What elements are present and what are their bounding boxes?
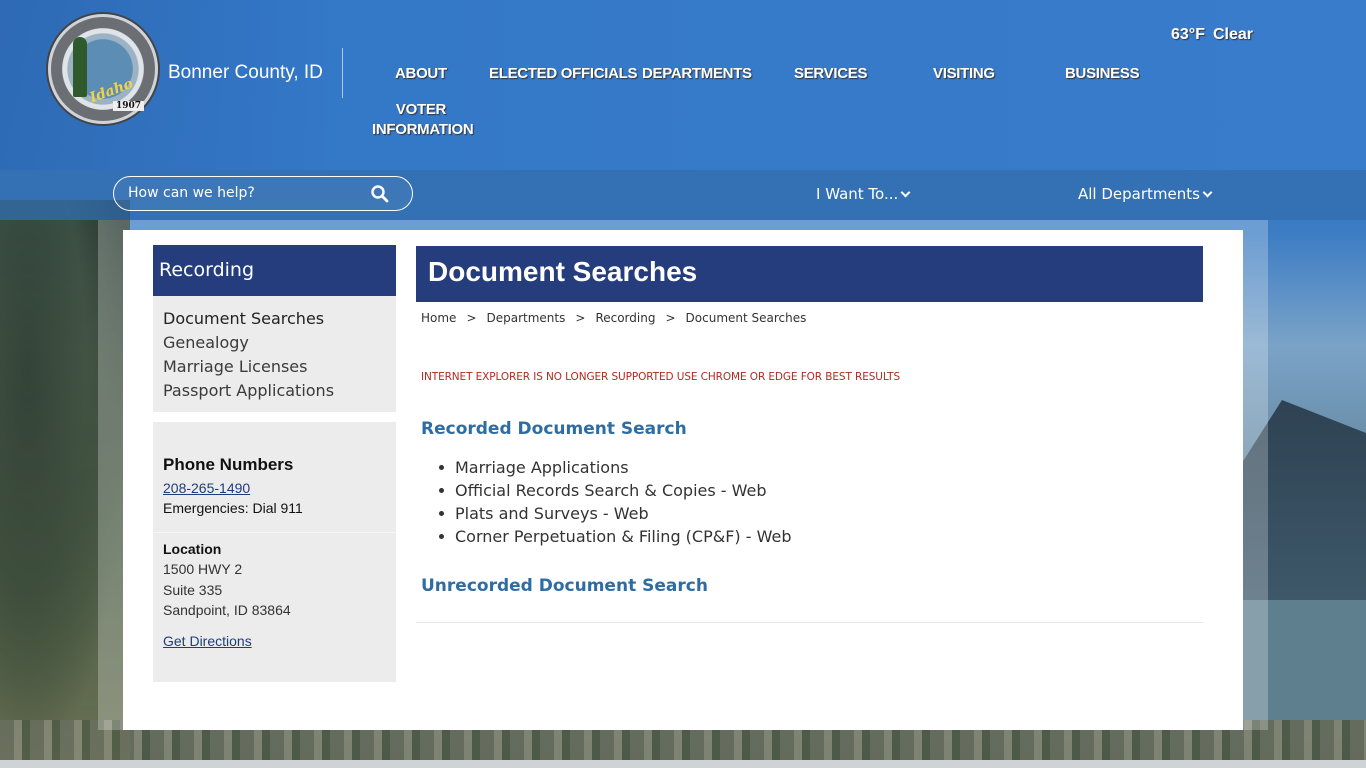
nav-business[interactable]: BUSINESS: [1065, 64, 1140, 84]
get-directions-link[interactable]: Get Directions: [163, 633, 252, 649]
location-heading: Location: [163, 541, 222, 557]
weather-condition: Clear: [1212, 26, 1253, 43]
nav-services[interactable]: SERVICES: [794, 64, 867, 84]
contact-card: Phone Numbers 208-265-1490 Emergencies: …: [153, 422, 396, 682]
list-item: Official Records Search & Copies - Web: [439, 479, 792, 502]
breadcrumb-separator: >: [665, 311, 676, 325]
emergencies-text: Emergencies: Dial 911: [163, 500, 303, 516]
search-bar: [113, 176, 413, 211]
breadcrumb-separator: >: [466, 311, 477, 325]
breadcrumb-home[interactable]: Home: [421, 311, 456, 325]
all-departments-dropdown[interactable]: All Departments: [1078, 185, 1213, 203]
address-line-1: 1500 HWY 2: [163, 561, 243, 577]
breadcrumb-current: Document Searches: [685, 311, 807, 325]
nav-voter-line1: VOTER: [395, 101, 447, 118]
chevron-down-icon: [1202, 187, 1213, 198]
contact-divider: [153, 532, 396, 533]
phone-link[interactable]: 208-265-1490: [163, 480, 250, 496]
i-want-to-label: I Want To...: [816, 185, 899, 203]
county-seal-logo[interactable]: Idaho 1907: [48, 14, 158, 124]
search-button[interactable]: [370, 184, 390, 204]
chevron-down-icon: [900, 187, 911, 198]
weather-temp: 63°F: [1171, 26, 1205, 43]
nav-departments[interactable]: DEPARTMENTS: [642, 64, 752, 84]
marriage-applications-link[interactable]: Marriage Applications: [455, 458, 629, 477]
search-icon: [371, 185, 389, 203]
sidebar-item-document-searches[interactable]: Document Searches: [163, 307, 386, 331]
content-divider: [416, 622, 1203, 623]
breadcrumb-separator: >: [575, 311, 586, 325]
address-line-2: Suite 335: [163, 582, 223, 598]
sidebar-item-passport-applications[interactable]: Passport Applications: [163, 379, 386, 403]
nav-about[interactable]: ABOUT: [395, 64, 447, 84]
sidebar-menu: Document Searches Genealogy Marriage Lic…: [153, 296, 396, 412]
page-title-bar: Document Searches: [416, 246, 1203, 302]
sidebar-item-marriage-licenses[interactable]: Marriage Licenses: [163, 355, 386, 379]
address-line-3: Sandpoint, ID 83864: [163, 602, 291, 618]
all-departments-label: All Departments: [1078, 185, 1200, 203]
list-item: Marriage Applications: [439, 456, 792, 479]
recorded-document-search-heading: Recorded Document Search: [421, 419, 687, 439]
i-want-to-dropdown[interactable]: I Want To...: [816, 185, 911, 203]
ie-warning-notice: INTERNET EXPLORER IS NO LONGER SUPPORTED…: [421, 371, 901, 383]
weather-widget[interactable]: 63°F Clear: [1171, 26, 1253, 44]
breadcrumb: Home > Departments > Recording > Document Sear…: [421, 311, 806, 325]
unrecorded-document-search-heading[interactable]: Unrecorded Document Search: [421, 576, 708, 596]
breadcrumb-recording[interactable]: Recording: [595, 311, 655, 325]
corner-perpetuation-link[interactable]: Corner Perpetuation & Filing (CP&F) - We…: [455, 527, 792, 546]
sidebar-heading[interactable]: Recording: [153, 245, 396, 296]
nav-voter-information[interactable]: VOTER INFORMATION: [372, 100, 474, 140]
site-header: Idaho 1907 Bonner County, ID 63°F Clear A…: [0, 0, 1366, 170]
nav-visiting[interactable]: VISITING: [933, 64, 995, 84]
site-name[interactable]: Bonner County, ID: [168, 62, 323, 84]
phone-numbers-heading: Phone Numbers: [163, 455, 294, 474]
page-title: Document Searches: [428, 256, 698, 287]
seal-year-text: 1907: [113, 101, 145, 111]
breadcrumb-departments[interactable]: Departments: [487, 311, 566, 325]
header-divider: [342, 48, 343, 98]
plats-and-surveys-link[interactable]: Plats and Surveys - Web: [455, 504, 649, 523]
recorded-document-list: Marriage Applications Official Records S…: [439, 456, 792, 548]
nav-elected-officials[interactable]: ELECTED OFFICIALS: [489, 64, 638, 84]
sidebar-item-genealogy[interactable]: Genealogy: [163, 331, 386, 355]
footer-strip: [0, 760, 1366, 768]
tree-icon: [73, 37, 87, 97]
search-input[interactable]: [128, 185, 358, 201]
list-item: Corner Perpetuation & Filing (CP&F) - We…: [439, 525, 792, 548]
nav-voter-line2: INFORMATION: [372, 121, 474, 138]
official-records-search-link[interactable]: Official Records Search & Copies - Web: [455, 481, 767, 500]
list-item: Plats and Surveys - Web: [439, 502, 792, 525]
